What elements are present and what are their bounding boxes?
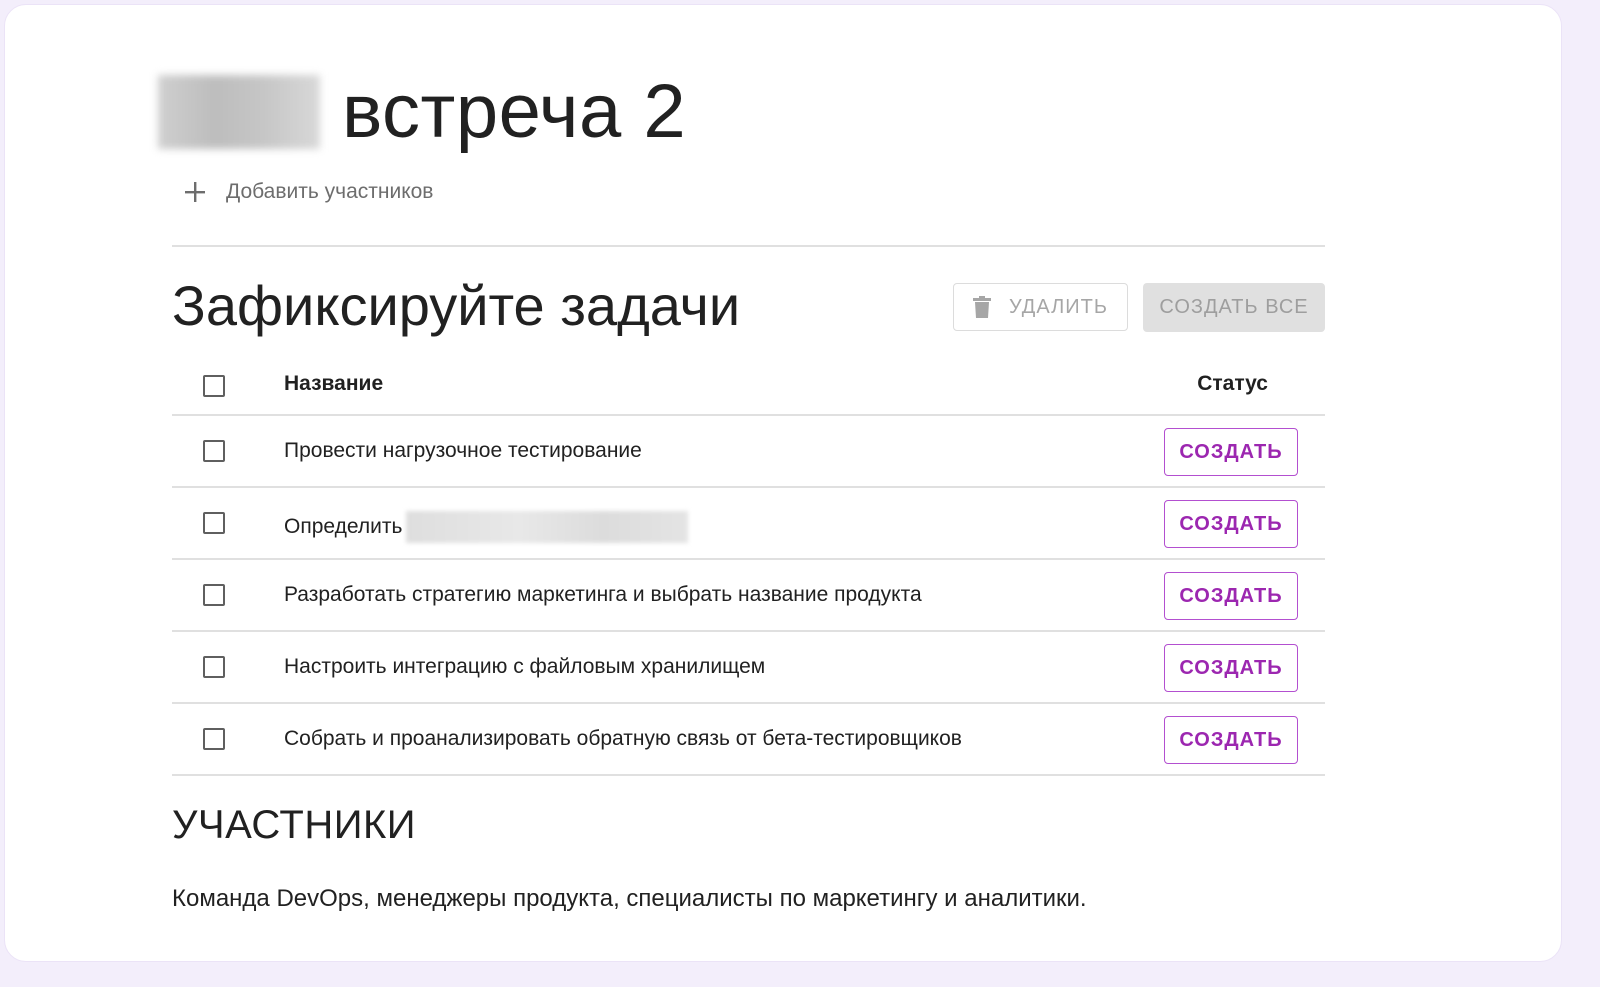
- tasks-table: Название Статус Провести нагрузочное тес…: [172, 355, 1325, 776]
- row-checkbox[interactable]: [203, 728, 225, 750]
- create-task-button[interactable]: СОЗДАТЬ: [1164, 572, 1298, 620]
- delete-button[interactable]: УДАЛИТЬ: [953, 283, 1128, 331]
- add-participants-button[interactable]: Добавить участников: [182, 179, 433, 205]
- page-frame: встреча 2 Добавить участников Зафиксируй…: [4, 4, 1562, 962]
- divider: [172, 245, 1325, 247]
- redacted-task-text: [406, 511, 689, 543]
- plus-icon: [185, 182, 205, 202]
- meeting-title-row: встреча 2: [158, 69, 686, 155]
- task-name: Разработать стратегию маркетинга и выбра…: [284, 583, 922, 606]
- participants-text[interactable]: Команда DevOps, менеджеры продукта, спец…: [172, 885, 1087, 913]
- delete-button-label: УДАЛИТЬ: [1009, 295, 1108, 318]
- column-header-name: Название: [284, 372, 384, 395]
- add-participants-label: Добавить участников: [226, 180, 434, 203]
- table-header-row: Название Статус: [172, 355, 1325, 416]
- redacted-title-prefix: [158, 75, 320, 149]
- column-header-status: Статус: [1197, 372, 1268, 395]
- participants-heading: УЧАСТНИКИ: [172, 803, 417, 847]
- create-task-button[interactable]: СОЗДАТЬ: [1164, 716, 1298, 764]
- create-task-button[interactable]: СОЗДАТЬ: [1164, 644, 1298, 692]
- table-row: Определить СОЗДАТЬ: [172, 488, 1325, 560]
- create-task-button[interactable]: СОЗДАТЬ: [1164, 500, 1298, 548]
- tasks-heading: Зафиксируйте задачи: [172, 274, 741, 337]
- create-task-button[interactable]: СОЗДАТЬ: [1164, 428, 1298, 476]
- select-all-checkbox[interactable]: [203, 375, 225, 397]
- task-name-text: Определить: [284, 515, 403, 538]
- table-row: Собрать и проанализировать обратную связ…: [172, 704, 1325, 776]
- row-checkbox[interactable]: [203, 440, 225, 462]
- row-checkbox[interactable]: [203, 512, 225, 534]
- row-checkbox[interactable]: [203, 656, 225, 678]
- task-name: Определить: [284, 511, 689, 543]
- table-row: Настроить интеграцию с файловым хранилищ…: [172, 632, 1325, 704]
- table-row: Разработать стратегию маркетинга и выбра…: [172, 560, 1325, 632]
- task-name: Настроить интеграцию с файловым хранилищ…: [284, 655, 766, 678]
- trash-icon: [973, 296, 991, 318]
- create-all-button[interactable]: СОЗДАТЬ ВСЕ: [1143, 283, 1325, 332]
- meeting-title[interactable]: встреча 2: [342, 74, 686, 150]
- task-name: Собрать и проанализировать обратную связ…: [284, 727, 962, 750]
- table-row: Провести нагрузочное тестирование СОЗДАТ…: [172, 416, 1325, 488]
- task-name: Провести нагрузочное тестирование: [284, 439, 642, 462]
- row-checkbox[interactable]: [203, 584, 225, 606]
